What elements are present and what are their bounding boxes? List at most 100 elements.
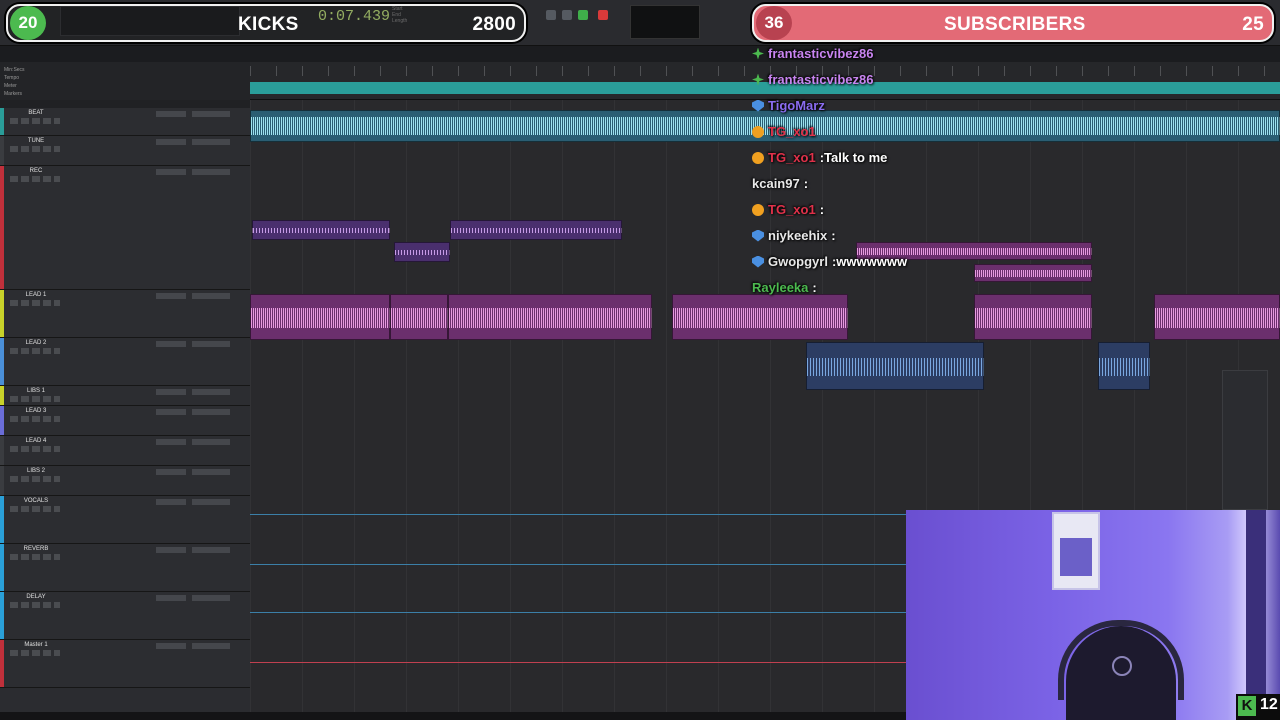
chat-message: niykeehix: [752,228,836,243]
track-header[interactable]: VOCALS [0,496,250,544]
chat-username[interactable]: TigoMarz [768,98,825,113]
lead1-clip[interactable] [448,294,652,340]
track-header[interactable]: REC [0,166,250,290]
track-header[interactable]: LIBS 2 [0,466,250,496]
io-slot[interactable] [192,409,230,415]
track-name[interactable]: LIBS 1 [8,388,64,394]
chat-username[interactable]: frantasticvibez86 [768,46,874,61]
track-header[interactable]: DELAY [0,592,250,640]
track-rec-solo-mute-buttons[interactable] [10,176,60,182]
io-slot[interactable] [192,169,230,175]
send-slot[interactable] [156,469,186,475]
track-rec-solo-mute-buttons[interactable] [10,554,60,560]
io-slot[interactable] [192,547,230,553]
track-name[interactable]: VOCALS [8,498,64,504]
record-button[interactable] [598,10,608,20]
vocals-volume-line[interactable] [250,514,910,515]
track-name[interactable]: LEAD 2 [8,340,64,346]
track-name[interactable]: TUNE [8,138,64,144]
rec-clip[interactable] [450,220,622,240]
rewind-button[interactable] [546,10,556,20]
chat-username[interactable]: niykeehix [768,228,827,243]
track-header[interactable]: LIBS 1 [0,386,250,406]
io-slot[interactable] [192,139,230,145]
track-rec-solo-mute-buttons[interactable] [10,416,60,422]
track-header[interactable]: Master 1 [0,640,250,688]
stop-button[interactable] [562,10,572,20]
reverb-volume-line[interactable] [250,564,910,565]
track-name[interactable]: REVERB [8,546,64,552]
track-rec-solo-mute-buttons[interactable] [10,300,60,306]
kicks-count: 20 [10,6,46,40]
io-slot[interactable] [192,341,230,347]
io-slot[interactable] [192,111,230,117]
track-header[interactable]: BEAT [0,108,250,136]
kick-logo-icon: K [1238,696,1256,716]
io-slot[interactable] [192,643,230,649]
send-slot[interactable] [156,643,186,649]
track-name[interactable]: REC [8,168,64,174]
send-slot[interactable] [156,409,186,415]
track-header[interactable]: LEAD 2 [0,338,250,386]
io-slot[interactable] [192,439,230,445]
chat-text: wwwwwww [836,254,908,269]
send-slot[interactable] [156,499,186,505]
chat-separator: : [812,280,817,295]
io-slot[interactable] [192,595,230,601]
track-rec-solo-mute-buttons[interactable] [10,602,60,608]
send-slot[interactable] [156,169,186,175]
lead2-clip[interactable] [806,342,984,390]
vocals-mini-panel[interactable] [1222,370,1268,510]
rec-clip[interactable] [394,242,450,262]
track-name[interactable]: Master 1 [8,642,64,648]
lead1-clip[interactable] [250,294,390,340]
track-rec-solo-mute-buttons[interactable] [10,348,60,354]
chat-username[interactable]: frantasticvibez86 [768,72,874,87]
track-rec-solo-mute-buttons[interactable] [10,506,60,512]
chat-username[interactable]: TG_xo1 [768,150,816,165]
chat-username[interactable]: TG_xo1 [768,202,816,217]
delay-volume-line[interactable] [250,612,910,613]
send-slot[interactable] [156,389,186,395]
track-rec-solo-mute-buttons[interactable] [10,396,60,402]
track-header[interactable]: LEAD 4 [0,436,250,466]
track-name[interactable]: LEAD 3 [8,408,64,414]
chat-username[interactable]: kcain97 [752,176,800,191]
track-header[interactable]: LEAD 1 [0,290,250,338]
track-rec-solo-mute-buttons[interactable] [10,446,60,452]
io-slot[interactable] [192,293,230,299]
warn-badge-icon [752,151,764,164]
track-name[interactable]: BEAT [8,110,64,116]
chat-username[interactable]: Rayleeka [752,280,808,295]
rec-clip[interactable] [252,220,390,240]
track-rec-solo-mute-buttons[interactable] [10,650,60,656]
play-button[interactable] [578,10,588,20]
lead2-clip[interactable] [1098,342,1150,390]
send-slot[interactable] [156,293,186,299]
master-volume-line[interactable] [250,662,910,663]
io-slot[interactable] [192,389,230,395]
send-slot[interactable] [156,139,186,145]
chat-username[interactable]: Gwopgyrl [768,254,828,269]
io-slot[interactable] [192,469,230,475]
lead1-clip[interactable] [390,294,448,340]
send-slot[interactable] [156,439,186,445]
io-slot[interactable] [192,499,230,505]
chat-message: TG_xo1 [752,124,820,139]
track-name[interactable]: LIBS 2 [8,468,64,474]
send-slot[interactable] [156,595,186,601]
track-name[interactable]: LEAD 1 [8,292,64,298]
track-name[interactable]: LEAD 4 [8,438,64,444]
send-slot[interactable] [156,341,186,347]
track-name[interactable]: DELAY [8,594,64,600]
track-header[interactable]: REVERB [0,544,250,592]
track-header[interactable]: TUNE [0,136,250,166]
chat-username[interactable]: TG_xo1 [768,124,816,139]
track-rec-solo-mute-buttons[interactable] [10,118,60,124]
send-slot[interactable] [156,111,186,117]
track-header[interactable]: LEAD 3 [0,406,250,436]
send-slot[interactable] [156,547,186,553]
track-rec-solo-mute-buttons[interactable] [10,476,60,482]
io-header [0,100,250,108]
track-rec-solo-mute-buttons[interactable] [10,146,60,152]
